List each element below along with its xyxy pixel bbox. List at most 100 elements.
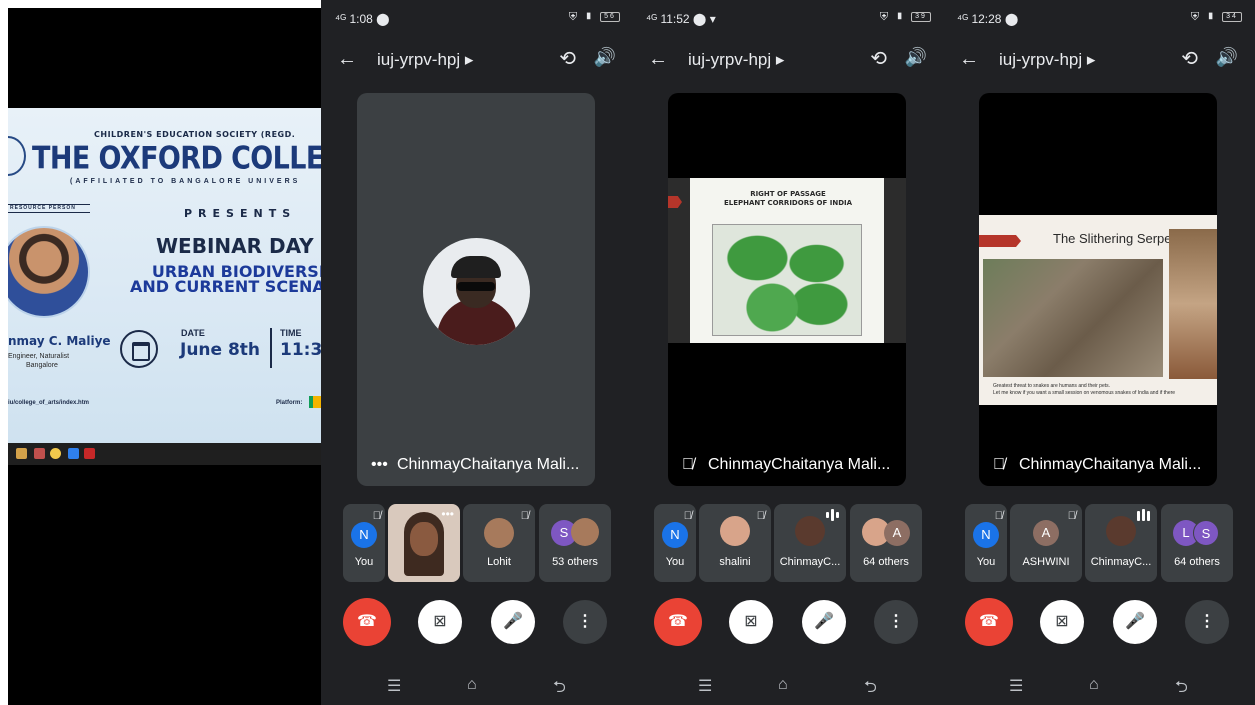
chrome-icon[interactable] xyxy=(50,448,61,459)
back-arrow-icon[interactable]: ← xyxy=(959,48,979,71)
participant-tile-you[interactable]: 🎙̸ N You xyxy=(654,504,696,582)
more-options-button[interactable]: ⋮ xyxy=(874,600,918,644)
status-icons: ⛨ ▮ 56 xyxy=(569,11,620,24)
status-bar: ⁴ᴳ 11:52 ⬤ ▾ ⛨ ▮ 39 xyxy=(632,0,945,38)
mic-toggle-button[interactable]: 🎤 xyxy=(1113,600,1157,644)
avatar xyxy=(720,516,750,546)
android-nav-bar: ☰ ⌂ ⮌ xyxy=(943,672,1255,705)
nav-back-icon[interactable]: ⮌ xyxy=(553,676,566,703)
participant-label: 64 others xyxy=(1174,556,1220,568)
speaker-icon[interactable]: 🔊 xyxy=(1216,47,1238,68)
switch-camera-icon[interactable]: ⟲ xyxy=(559,46,576,71)
back-arrow-icon[interactable]: ← xyxy=(337,48,357,71)
platform-label: Platform: xyxy=(276,400,303,406)
calendar-icon xyxy=(120,330,158,368)
app-icon[interactable] xyxy=(68,448,79,459)
participant-tile-chinmay[interactable]: ChinmayC... xyxy=(774,504,846,582)
participant-tile-ashwini[interactable]: 🎙̸ A ASHWINI xyxy=(1010,504,1082,582)
switch-camera-icon[interactable]: ⟲ xyxy=(1181,46,1198,71)
meet-app-bar: ← iuj-yrpv-hpj ▸ ⟲ 🔊 xyxy=(321,40,634,80)
switch-camera-icon[interactable]: ⟲ xyxy=(870,46,887,71)
status-bar: ⁴ᴳ 12:28 ⬤ ⛨ ▮ 34 xyxy=(943,0,1255,38)
home-icon[interactable]: ⌂ xyxy=(467,676,477,694)
participant-tile-chinmay[interactable]: ChinmayC... xyxy=(1085,504,1157,582)
android-nav-bar: ☰ ⌂ ⮌ xyxy=(632,672,945,705)
camera-off-icon: ⊠ xyxy=(1055,613,1069,630)
presenter-name: ••• ChinmayChaitanya Mali... xyxy=(371,456,580,474)
app-icon[interactable] xyxy=(34,448,45,459)
meeting-code[interactable]: iuj-yrpv-hpj ▸ xyxy=(688,50,784,70)
back-arrow-icon[interactable]: ← xyxy=(648,48,668,71)
participant-tile-others[interactable]: A 64 others xyxy=(850,504,922,582)
speaker-icon[interactable]: 🔊 xyxy=(594,47,616,68)
android-nav-bar: ☰ ⌂ ⮌ xyxy=(321,672,634,705)
pdf-icon[interactable] xyxy=(84,448,95,459)
call-controls: ☎ ⊠ 🎤 ⋮ xyxy=(943,598,1255,650)
mic-off-icon: 🎙̸ xyxy=(682,456,694,473)
main-video-tile[interactable]: The Slithering Serpents Greatest threat … xyxy=(979,93,1217,486)
more-dots-icon[interactable]: ••• xyxy=(371,456,397,474)
more-options-button[interactable]: ⋮ xyxy=(1185,600,1229,644)
participant-strip: 🎙̸ N You ••• 🎙̸ Lohit S 53 others xyxy=(343,504,613,582)
mic-toggle-button[interactable]: 🎤 xyxy=(802,600,846,644)
menu-icon[interactable]: ☰ xyxy=(387,676,401,696)
meeting-code[interactable]: iuj-yrpv-hpj ▸ xyxy=(377,50,473,70)
participant-label: 53 others xyxy=(552,556,598,568)
avatar xyxy=(1106,516,1136,546)
speaker-icon[interactable]: 🔊 xyxy=(905,47,927,68)
arrow-icon xyxy=(979,235,1021,247)
date-label: DATE xyxy=(181,328,205,338)
participant-tile-you[interactable]: 🎙̸ N You xyxy=(343,504,385,582)
battery-icon: 56 xyxy=(600,12,620,23)
camera-toggle-button[interactable]: ⊠ xyxy=(1040,600,1084,644)
speaker-name: nmay C. Maliye xyxy=(8,334,111,348)
home-icon[interactable]: ⌂ xyxy=(1089,676,1099,694)
end-call-button[interactable]: ☎ xyxy=(654,598,702,646)
menu-icon[interactable]: ☰ xyxy=(1009,676,1023,696)
society-text: CHILDREN'S EDUCATION SOCIETY (REGD. xyxy=(94,130,296,139)
file-explorer-icon[interactable] xyxy=(16,448,27,459)
more-options-button[interactable]: ⋮ xyxy=(563,600,607,644)
snake-photos xyxy=(983,259,1163,377)
participant-label: shalini xyxy=(719,556,751,568)
nav-back-icon[interactable]: ⮌ xyxy=(1175,676,1188,703)
status-time: ⁴ᴳ 1:08 ⬤ xyxy=(335,12,390,26)
home-icon[interactable]: ⌂ xyxy=(778,676,788,694)
battery-icon: 34 xyxy=(1222,12,1242,23)
main-video-tile[interactable]: ••• ChinmayChaitanya Mali... xyxy=(357,93,595,486)
mic-toggle-button[interactable]: 🎤 xyxy=(491,600,535,644)
status-time: ⁴ᴳ 11:52 ⬤ ▾ xyxy=(646,12,716,26)
participant-label: Lohit xyxy=(487,556,511,568)
presenter-name: 🎙̸ ChinmayChaitanya Mali... xyxy=(682,456,891,473)
participant-tile-lohit[interactable]: 🎙̸ Lohit xyxy=(463,504,535,582)
meet-app-bar: ← iuj-yrpv-hpj ▸ ⟲ 🔊 xyxy=(943,40,1255,80)
battery-icon: 39 xyxy=(911,12,931,23)
camera-toggle-button[interactable]: ⊠ xyxy=(729,600,773,644)
slide-title-1: RIGHT OF PASSAGE xyxy=(750,190,826,198)
end-call-button[interactable]: ☎ xyxy=(965,598,1013,646)
participant-tile-you[interactable]: 🎙̸ N You xyxy=(965,504,1007,582)
more-dots-icon[interactable]: ••• xyxy=(441,507,454,521)
camera-toggle-button[interactable]: ⊠ xyxy=(418,600,462,644)
mic-off-icon: 🎤 xyxy=(1125,613,1145,630)
meet-phone-1: ⁴ᴳ 1:08 ⬤ ⛨ ▮ 56 ← iuj-yrpv-hpj ▸ ⟲ 🔊 ••… xyxy=(321,0,634,705)
participant-tile-shalini[interactable]: 🎙̸ shalini xyxy=(699,504,771,582)
menu-icon[interactable]: ☰ xyxy=(698,676,712,696)
end-call-button[interactable]: ☎ xyxy=(343,598,391,646)
participant-tile-others[interactable]: S 53 others xyxy=(539,504,611,582)
participant-label: You xyxy=(354,556,374,568)
participant-tile-others[interactable]: L S 64 others xyxy=(1161,504,1233,582)
meeting-code[interactable]: iuj-yrpv-hpj ▸ xyxy=(999,50,1095,70)
participant-label: You xyxy=(665,556,685,568)
main-video-tile[interactable]: RIGHT OF PASSAGE ELEPHANT CORRIDORS OF I… xyxy=(668,93,906,486)
slide-caption: Greatest threat to snakes are humans and… xyxy=(993,383,1176,396)
participant-strip: 🎙̸ N You 🎙̸ A ASHWINI ChinmayC... L S 64… xyxy=(965,504,1235,582)
nav-back-icon[interactable]: ⮌ xyxy=(864,676,877,703)
meet-logo-icon xyxy=(309,396,321,408)
avatar: N xyxy=(662,522,688,548)
shared-slide-elephant-corridors: RIGHT OF PASSAGE ELEPHANT CORRIDORS OF I… xyxy=(668,178,906,343)
mic-off-icon: 🎙̸ xyxy=(520,510,529,522)
college-seal-icon xyxy=(8,136,26,176)
participant-tile-video[interactable]: ••• xyxy=(388,504,460,582)
webinar-slide: CHILDREN'S EDUCATION SOCIETY (REGD. THE … xyxy=(8,108,321,443)
